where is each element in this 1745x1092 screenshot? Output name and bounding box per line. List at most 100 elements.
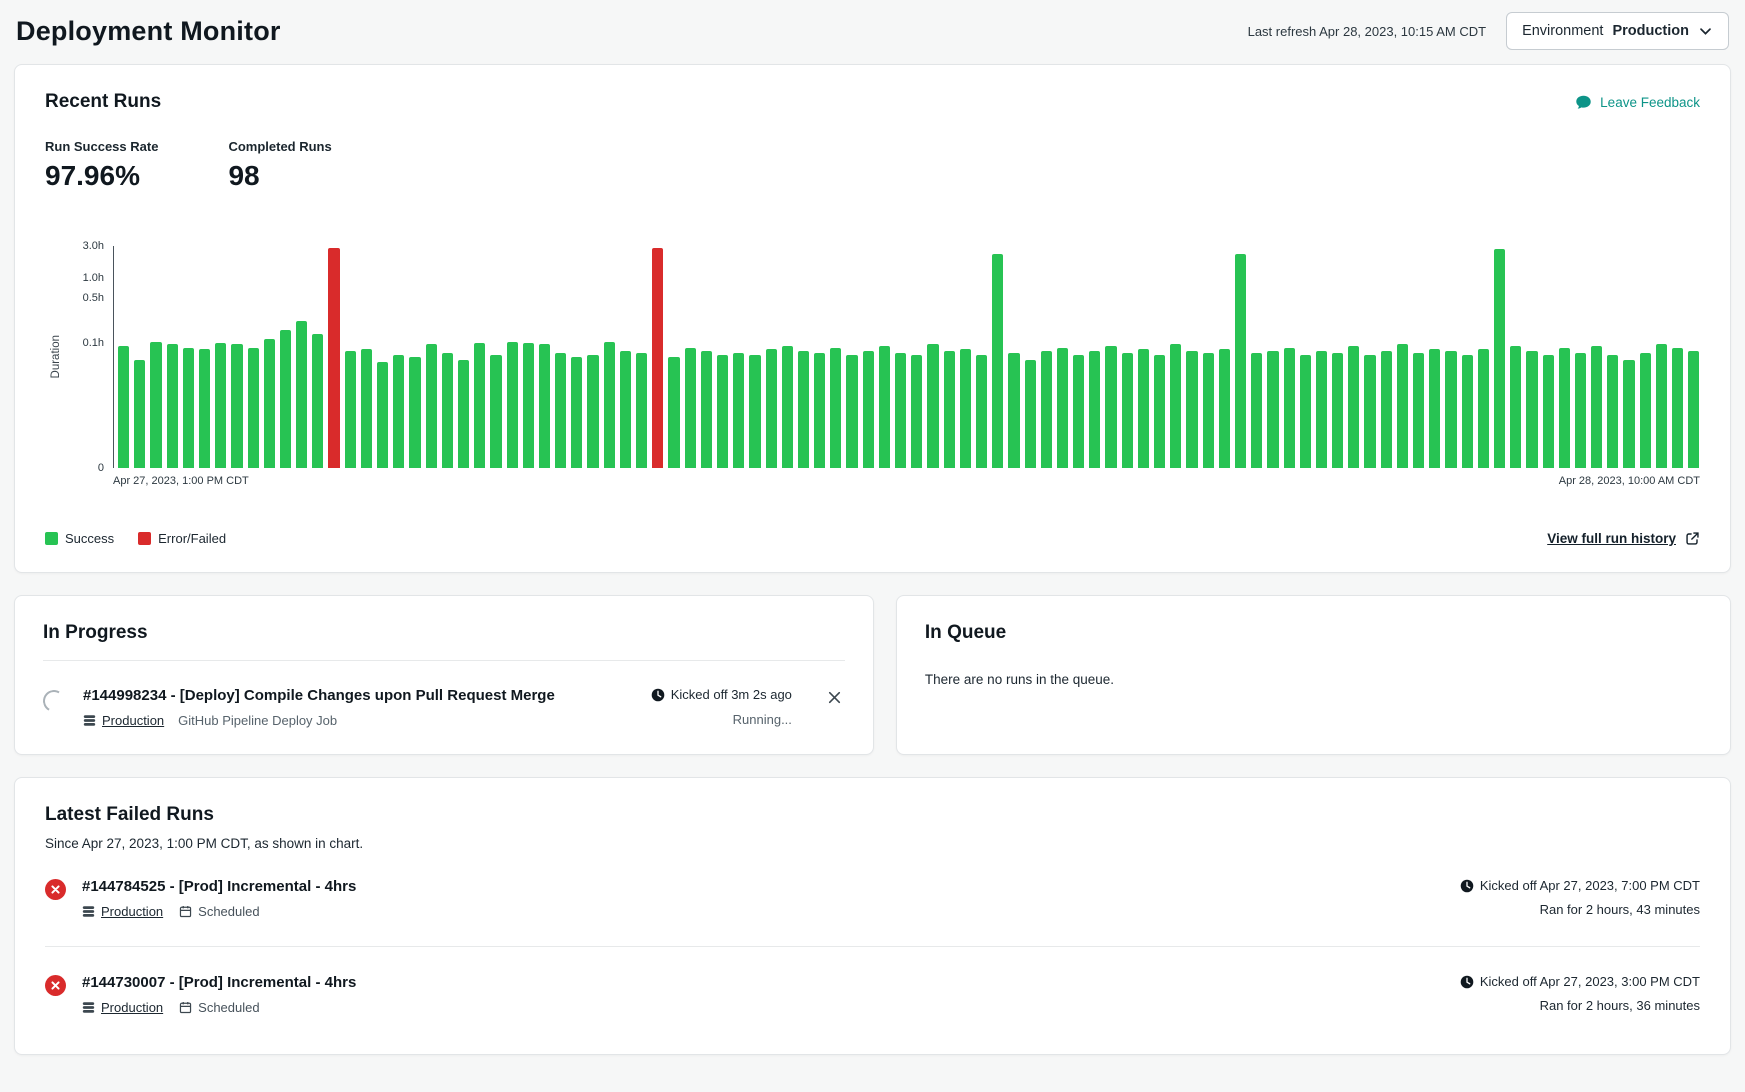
chart-bar-success[interactable]	[717, 355, 728, 468]
chart-bar-failed[interactable]	[652, 248, 663, 468]
chart-bar-success[interactable]	[1332, 353, 1343, 468]
chart-bar-success[interactable]	[1186, 351, 1197, 468]
chart-bar-success[interactable]	[1203, 353, 1214, 468]
environment-link[interactable]: Production	[82, 904, 163, 919]
chart-bar-success[interactable]	[1219, 349, 1230, 468]
chart-bar-success[interactable]	[895, 353, 906, 468]
chart-bar-success[interactable]	[636, 353, 647, 468]
chart-bar-success[interactable]	[911, 355, 922, 468]
chart-bar-success[interactable]	[1607, 355, 1618, 468]
chart-bar-success[interactable]	[1041, 351, 1052, 468]
chart-bar-success[interactable]	[393, 355, 404, 468]
chart-bar-success[interactable]	[1089, 351, 1100, 468]
chart-bar-success[interactable]	[1154, 355, 1165, 468]
chart-bar-failed[interactable]	[328, 248, 339, 468]
chart-bar-success[interactable]	[1478, 349, 1489, 468]
chart-bar-success[interactable]	[733, 353, 744, 468]
chart-bar-success[interactable]	[846, 355, 857, 468]
chart-bar-success[interactable]	[264, 339, 275, 468]
chart-bar-success[interactable]	[1397, 344, 1408, 468]
chart-bar-success[interactable]	[167, 344, 178, 468]
chart-bar-success[interactable]	[150, 342, 161, 468]
chart-bar-success[interactable]	[507, 342, 518, 468]
chart-bar-success[interactable]	[571, 357, 582, 468]
chart-bar-success[interactable]	[134, 360, 145, 468]
chart-bar-success[interactable]	[685, 348, 696, 468]
chart-bar-success[interactable]	[668, 357, 679, 468]
chart-bar-success[interactable]	[1462, 355, 1473, 468]
view-full-run-history-link[interactable]: View full run history	[1547, 531, 1700, 546]
chart-bar-success[interactable]	[1575, 353, 1586, 468]
chart-bar-success[interactable]	[490, 355, 501, 468]
chart-bar-success[interactable]	[1445, 351, 1456, 468]
chart-bar-success[interactable]	[1688, 351, 1699, 468]
chart-bar-success[interactable]	[1267, 351, 1278, 468]
chart-bar-success[interactable]	[1008, 353, 1019, 468]
chart-bar-success[interactable]	[1623, 360, 1634, 468]
chart-bar-success[interactable]	[701, 351, 712, 468]
chart-bar-success[interactable]	[749, 355, 760, 468]
chart-bar-success[interactable]	[1251, 353, 1262, 468]
chart-bar-success[interactable]	[604, 342, 615, 468]
chart-bar-success[interactable]	[1672, 348, 1683, 468]
cancel-run-button[interactable]	[824, 687, 845, 708]
chart-bar-success[interactable]	[1348, 346, 1359, 468]
chart-bar-success[interactable]	[1591, 346, 1602, 468]
chart-bar-success[interactable]	[458, 360, 469, 468]
chart-bar-success[interactable]	[231, 344, 242, 468]
chart-bar-success[interactable]	[1364, 355, 1375, 468]
chart-bar-success[interactable]	[620, 351, 631, 468]
chart-bar-success[interactable]	[1138, 349, 1149, 468]
environment-link[interactable]: Production	[83, 713, 164, 728]
chart-bar-success[interactable]	[474, 343, 485, 468]
environment-link[interactable]: Production	[82, 1000, 163, 1015]
chart-bar-success[interactable]	[345, 351, 356, 468]
chart-bar-success[interactable]	[1316, 351, 1327, 468]
chart-bar-success[interactable]	[523, 343, 534, 468]
chart-bar-success[interactable]	[1025, 360, 1036, 468]
chart-bar-success[interactable]	[1559, 348, 1570, 468]
chart-bar-success[interactable]	[280, 330, 291, 468]
chart-bar-success[interactable]	[1073, 355, 1084, 468]
chart-bar-success[interactable]	[296, 321, 307, 468]
chart-bar-success[interactable]	[312, 334, 323, 468]
chart-bar-success[interactable]	[830, 348, 841, 468]
chart-bar-success[interactable]	[814, 353, 825, 468]
chart-bar-success[interactable]	[863, 351, 874, 468]
chart-bar-success[interactable]	[879, 346, 890, 468]
chart-bar-success[interactable]	[1526, 351, 1537, 468]
chart-bar-success[interactable]	[409, 357, 420, 468]
chart-bar-success[interactable]	[960, 349, 971, 468]
chart-bar-success[interactable]	[1057, 348, 1068, 468]
chart-bar-success[interactable]	[782, 346, 793, 468]
chart-bar-success[interactable]	[1235, 254, 1246, 468]
chart-bar-success[interactable]	[1105, 346, 1116, 468]
chart-bar-success[interactable]	[199, 349, 210, 468]
chart-bar-success[interactable]	[1122, 353, 1133, 468]
chart-bar-success[interactable]	[555, 353, 566, 468]
chart-bar-success[interactable]	[215, 343, 226, 468]
chart-bar-success[interactable]	[927, 344, 938, 468]
chart-bar-success[interactable]	[1413, 353, 1424, 468]
chart-bar-success[interactable]	[1170, 344, 1181, 468]
chart-bar-success[interactable]	[377, 362, 388, 468]
chart-bar-success[interactable]	[442, 353, 453, 468]
chart-bar-success[interactable]	[426, 344, 437, 468]
chart-bar-success[interactable]	[183, 348, 194, 468]
chart-bar-success[interactable]	[992, 254, 1003, 468]
chart-bar-success[interactable]	[248, 348, 259, 468]
chart-bar-success[interactable]	[798, 351, 809, 468]
chart-bar-success[interactable]	[1494, 249, 1505, 468]
chart-bar-success[interactable]	[361, 349, 372, 468]
chart-bar-success[interactable]	[766, 349, 777, 468]
chart-bar-success[interactable]	[976, 355, 987, 468]
chart-bar-success[interactable]	[1381, 351, 1392, 468]
chart-bar-success[interactable]	[1284, 348, 1295, 468]
chart-bar-success[interactable]	[1429, 349, 1440, 468]
chart-bar-success[interactable]	[1300, 355, 1311, 468]
chart-bar-success[interactable]	[587, 355, 598, 468]
chart-bar-success[interactable]	[944, 351, 955, 468]
leave-feedback-link[interactable]: Leave Feedback	[1575, 94, 1700, 111]
chart-bar-success[interactable]	[1656, 344, 1667, 468]
chart-bar-success[interactable]	[118, 346, 129, 468]
